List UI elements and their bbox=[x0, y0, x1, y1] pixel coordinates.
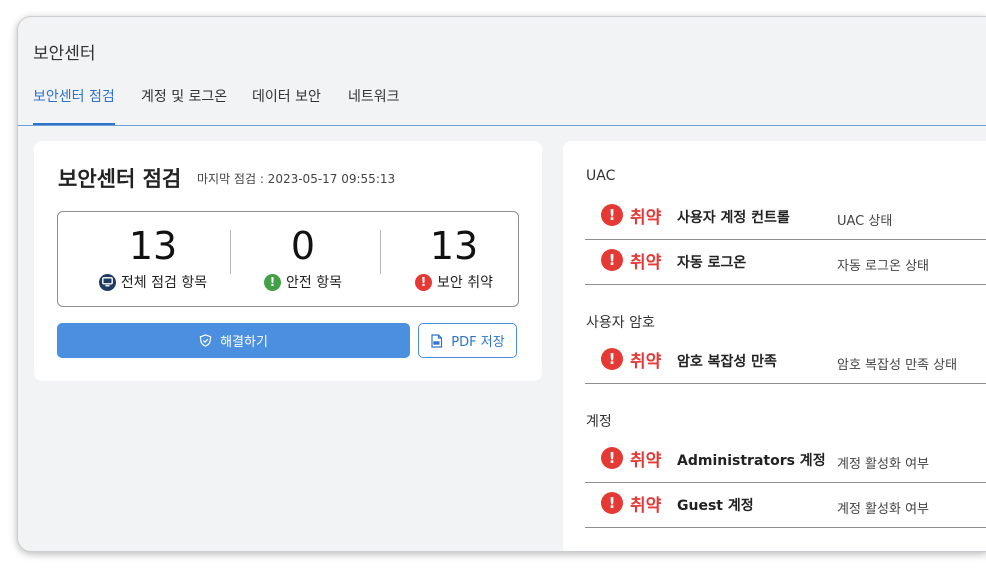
item-name: 자동 로그온 bbox=[677, 255, 747, 271]
resolve-button[interactable]: 해결하기 bbox=[57, 323, 410, 358]
stat-vulnerable-label: 보안 취약 bbox=[437, 275, 493, 291]
exclamation-icon: ! bbox=[415, 273, 432, 291]
exclamation-icon: ! bbox=[601, 492, 623, 514]
tab-account-logon[interactable]: 계정 및 로그온 bbox=[141, 87, 227, 125]
item-name: Administrators 계정 bbox=[677, 453, 826, 469]
status-badge: 취약 bbox=[630, 253, 662, 273]
app-title: 보안센터 bbox=[33, 44, 96, 64]
stat-vulnerable-value: 13 bbox=[429, 224, 479, 268]
last-check-time: 마지막 점검 : 2023-05-17 09:55:13 bbox=[197, 172, 396, 186]
stat-safe-value: 0 bbox=[290, 224, 316, 268]
item-description: UAC 상태 bbox=[837, 214, 893, 229]
exclamation-icon: ! bbox=[601, 447, 623, 469]
stat-safe-label: 안전 항목 bbox=[286, 275, 342, 291]
section-title-account: 계정 bbox=[586, 414, 612, 430]
item-description: 자동 로그온 상태 bbox=[837, 259, 929, 274]
app-window: 보안센터 보안센터 점검 계정 및 로그온 데이터 보안 네트워크 보안센터 점… bbox=[17, 16, 986, 552]
pdf-save-button[interactable]: PDF 저장 bbox=[418, 323, 517, 358]
status-badge: 취약 bbox=[630, 208, 662, 228]
pdf-file-icon bbox=[431, 333, 443, 348]
item-name: 암호 복잡성 만족 bbox=[677, 354, 777, 370]
summary-title: 보안센터 점검 bbox=[58, 167, 182, 191]
tab-bar: 보안센터 점검 계정 및 로그온 데이터 보안 네트워크 bbox=[18, 87, 986, 126]
list-item[interactable]: ! 취약 자동 로그온 자동 로그온 상태 bbox=[585, 240, 986, 285]
tab-security-check[interactable]: 보안센터 점검 bbox=[33, 87, 115, 125]
item-description: 계정 활성화 여부 bbox=[837, 457, 929, 472]
stat-total-value: 13 bbox=[128, 224, 178, 268]
status-badge: 취약 bbox=[630, 352, 662, 372]
stat-total: 13 전체 점검 항목 bbox=[78, 212, 228, 292]
status-badge: 취약 bbox=[630, 451, 662, 471]
stat-vulnerable: 13 ! 보안 취약 bbox=[379, 212, 529, 292]
summary-card: 보안센터 점검 마지막 점검 : 2023-05-17 09:55:13 13 … bbox=[34, 141, 542, 381]
section-title-uac: UAC bbox=[586, 168, 616, 184]
resolve-button-label: 해결하기 bbox=[220, 335, 268, 350]
exclamation-icon: ! bbox=[601, 204, 623, 226]
pdf-save-label: PDF 저장 bbox=[451, 335, 505, 350]
tab-data-security[interactable]: 데이터 보안 bbox=[252, 87, 321, 125]
tab-network[interactable]: 네트워크 bbox=[348, 87, 400, 125]
section-title-password: 사용자 암호 bbox=[586, 315, 655, 331]
result-list-card: UAC ! 취약 사용자 계정 컨트롤 UAC 상태 ! 취약 자동 로그온 자… bbox=[563, 141, 986, 551]
list-item[interactable]: ! 취약 암호 복잡성 만족 암호 복잡성 만족 상태 bbox=[585, 339, 986, 384]
exclamation-icon: ! bbox=[264, 273, 281, 291]
exclamation-icon: ! bbox=[601, 249, 623, 271]
item-description: 계정 활성화 여부 bbox=[837, 502, 929, 517]
item-name: 사용자 계정 컨트롤 bbox=[677, 210, 790, 226]
list-item[interactable]: ! 취약 Guest 계정 계정 활성화 여부 bbox=[585, 483, 986, 528]
stat-total-label: 전체 점검 항목 bbox=[120, 275, 208, 291]
shield-icon bbox=[199, 334, 212, 347]
exclamation-icon: ! bbox=[601, 348, 623, 370]
list-item[interactable]: ! 취약 Administrators 계정 계정 활성화 여부 bbox=[585, 438, 986, 483]
item-name: Guest 계정 bbox=[677, 498, 754, 514]
list-item[interactable]: ! 취약 사용자 계정 컨트롤 UAC 상태 bbox=[585, 195, 986, 240]
stat-safe: 0 ! 안전 항목 bbox=[228, 212, 378, 292]
monitor-icon bbox=[98, 273, 116, 291]
item-description: 암호 복잡성 만족 상태 bbox=[837, 358, 958, 373]
stats-box: 13 전체 점검 항목 0 ! 안전 항목 13 ! 보안 취약 bbox=[57, 211, 519, 307]
status-badge: 취약 bbox=[630, 496, 662, 516]
